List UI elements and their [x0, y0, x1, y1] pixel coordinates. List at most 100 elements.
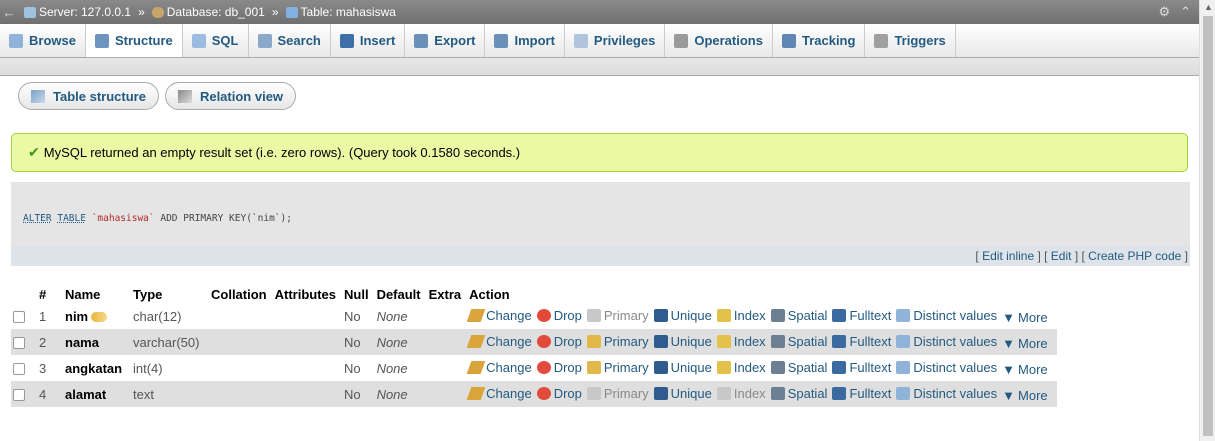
action-spatial[interactable]: Spatial: [770, 308, 827, 323]
action-more[interactable]: ▼ More: [1002, 362, 1048, 377]
field-name: nama: [65, 334, 99, 350]
header-collation[interactable]: Collation: [209, 285, 273, 303]
edit-inline-link[interactable]: Edit inline: [982, 249, 1034, 263]
subtab-relation-view[interactable]: Relation view: [164, 82, 297, 110]
breadcrumb-server[interactable]: Server: 127.0.0.1: [39, 5, 131, 19]
row-checkbox[interactable]: [13, 337, 25, 350]
row-checkbox[interactable]: [13, 311, 25, 324]
row-checkbox[interactable]: [13, 389, 25, 402]
action-spatial[interactable]: Spatial: [770, 334, 827, 349]
action-primary[interactable]: Primary: [586, 360, 649, 375]
action-drop[interactable]: Drop: [536, 334, 582, 349]
field-null: No: [342, 303, 375, 329]
action-more[interactable]: ▼ More: [1002, 310, 1048, 325]
tab-browse[interactable]: Browse: [0, 24, 86, 57]
action-index[interactable]: Index: [716, 333, 766, 349]
spatial-icon: [770, 308, 785, 322]
action-distinct[interactable]: Distinct values: [896, 386, 997, 401]
tab-triggers[interactable]: Triggers: [865, 24, 956, 57]
header-default[interactable]: Default: [375, 285, 427, 303]
action-primary[interactable]: Primary: [586, 307, 649, 323]
action-distinct[interactable]: Distinct values: [896, 334, 997, 349]
edit-link[interactable]: Edit: [1051, 249, 1072, 263]
action-drop[interactable]: Drop: [536, 386, 582, 401]
action-primary[interactable]: Primary: [586, 386, 649, 401]
header-name[interactable]: Name: [63, 285, 131, 303]
field-name: nim: [65, 308, 89, 324]
action-change[interactable]: Change: [466, 308, 532, 323]
tab-label: Operations: [694, 33, 763, 48]
header-type[interactable]: Type: [131, 285, 209, 303]
action-drop[interactable]: Drop: [536, 308, 582, 323]
action-more[interactable]: ▼ More: [1002, 336, 1048, 351]
page-scrollbar[interactable]: ▲: [1199, 0, 1215, 441]
action-unique[interactable]: Unique: [653, 308, 712, 323]
field-default-cell: None: [374, 381, 427, 407]
row-checkbox[interactable]: [13, 363, 25, 376]
action-fulltext[interactable]: Fulltext: [832, 308, 891, 323]
breadcrumb-database[interactable]: Database: db_001: [167, 5, 265, 19]
table-icon: [285, 6, 298, 18]
tab-privileges[interactable]: Privileges: [565, 24, 666, 57]
action-primary-label: Primary: [603, 307, 649, 323]
action-change[interactable]: Change: [466, 334, 532, 349]
row-number: 2: [37, 329, 63, 355]
collapse-icon[interactable]: ⌃: [1180, 4, 1191, 20]
action-fulltext[interactable]: Fulltext: [832, 334, 891, 349]
action-unique[interactable]: Unique: [653, 334, 712, 349]
more-dropdown-icon: ▼: [1002, 361, 1016, 377]
create-php-code-link[interactable]: Create PHP code: [1088, 249, 1181, 263]
primary-key-icon: [586, 360, 601, 374]
action-drop[interactable]: Drop: [536, 360, 582, 375]
field-collation: [209, 355, 273, 381]
action-fulltext-label: Fulltext: [849, 385, 892, 401]
action-change[interactable]: Change: [466, 386, 532, 401]
row-checkbox-cell: [11, 303, 37, 329]
action-unique[interactable]: Unique: [653, 360, 712, 375]
actions-cell: Change Drop Primary Unique Index Spatial Fullt…: [466, 355, 1057, 381]
action-more[interactable]: ▼ More: [1002, 388, 1048, 403]
action-index[interactable]: Index: [716, 360, 766, 375]
action-distinct[interactable]: Distinct values: [896, 360, 997, 375]
header-extra[interactable]: Extra: [427, 285, 468, 303]
action-spatial[interactable]: Spatial: [770, 386, 827, 401]
sql-keyword[interactable]: TABLE: [57, 213, 86, 224]
action-fulltext[interactable]: Fulltext: [832, 386, 891, 401]
sql-keyword[interactable]: ALTER: [23, 213, 52, 224]
tab-export[interactable]: Export: [405, 24, 486, 57]
action-fulltext[interactable]: Fulltext: [832, 360, 891, 375]
action-spatial[interactable]: Spatial: [770, 360, 827, 375]
tab-insert[interactable]: Insert: [331, 24, 406, 57]
header-null[interactable]: Null: [342, 285, 375, 303]
actions-cell: Change Drop Primary Unique Index Spatial Fullt…: [466, 329, 1057, 355]
action-distinct[interactable]: Distinct values: [896, 308, 997, 323]
header-attributes[interactable]: Attributes: [273, 285, 342, 303]
breadcrumb-separator: »: [138, 5, 145, 19]
back-arrow-icon[interactable]: ←: [0, 5, 18, 20]
tab-search[interactable]: Search: [249, 24, 331, 57]
subtab-table-structure[interactable]: Table structure: [18, 82, 159, 110]
search-icon: [257, 33, 272, 48]
action-index-label: Index: [733, 333, 766, 349]
insert-icon: [339, 33, 354, 48]
tab-operations[interactable]: Operations: [665, 24, 773, 57]
action-primary[interactable]: Primary: [586, 334, 649, 349]
tab-import[interactable]: Import: [485, 24, 565, 57]
tab-structure[interactable]: Structure: [85, 24, 183, 57]
breadcrumb-table[interactable]: Table: mahasiswa: [301, 5, 396, 19]
tab-sql[interactable]: SQL: [183, 24, 249, 57]
change-icon: [466, 308, 486, 322]
scroll-up-arrow-icon[interactable]: ▲: [1204, 2, 1213, 12]
tab-tracking[interactable]: Tracking: [773, 24, 866, 57]
distinct-values-icon: [896, 308, 911, 322]
action-index[interactable]: Index: [716, 386, 766, 401]
spatial-icon: [770, 334, 785, 348]
action-index[interactable]: Index: [716, 308, 766, 323]
settings-gear-icon[interactable]: ⚙: [1158, 4, 1170, 20]
server-icon: [24, 6, 36, 18]
action-change[interactable]: Change: [466, 360, 532, 375]
scrollbar-thumb[interactable]: [1203, 16, 1213, 436]
action-more-label: More: [1018, 335, 1048, 351]
field-type: text: [131, 381, 209, 407]
action-unique[interactable]: Unique: [653, 386, 712, 401]
